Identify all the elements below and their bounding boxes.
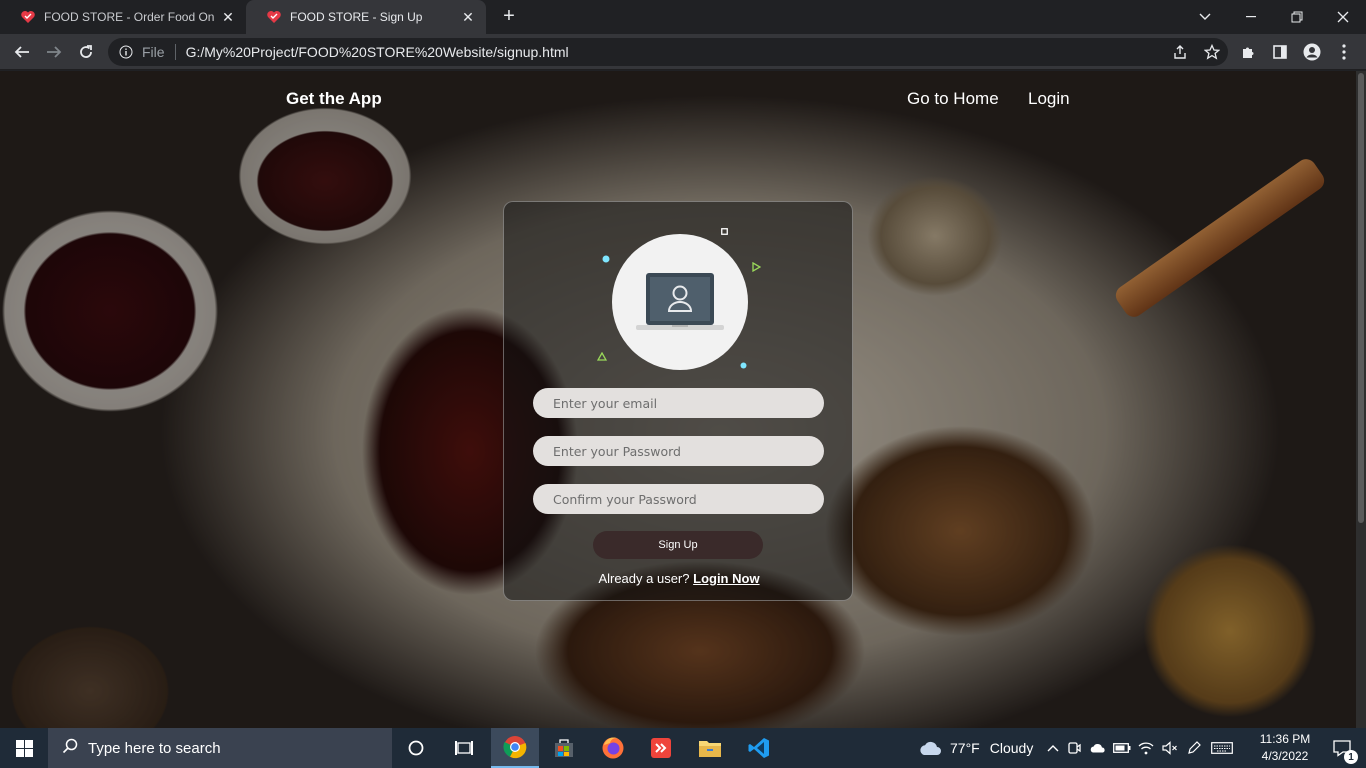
anydesk-icon[interactable]	[637, 728, 685, 768]
square-particle-icon	[721, 222, 728, 240]
login-now-link[interactable]: Login Now	[693, 571, 759, 586]
notification-badge: 1	[1344, 750, 1358, 764]
windows-taskbar: Type here to search 77°F Cloudy 11:36 PM…	[0, 728, 1366, 768]
bookmark-star-icon[interactable]	[1196, 44, 1228, 60]
heart-favicon-icon	[266, 9, 282, 25]
close-tab-icon[interactable]: ✕	[460, 9, 476, 25]
cloudy-weather-icon	[920, 741, 941, 755]
firefox-icon[interactable]	[589, 728, 637, 768]
restore-button[interactable]	[1274, 0, 1320, 34]
tab-search-chevron-icon[interactable]	[1182, 0, 1228, 34]
dot-particle-icon	[602, 250, 610, 268]
page-viewport: Get the App Go to Home Login Enter your …	[0, 71, 1366, 728]
reload-button[interactable]	[72, 38, 100, 66]
site-navbar: Get the App Go to Home Login	[0, 71, 1366, 127]
weather-widget[interactable]: 77°F Cloudy	[918, 728, 1033, 768]
tab-strip: FOOD STORE - Order Food Onlin ✕ FOOD STO…	[0, 0, 1366, 34]
url-text[interactable]: G:/My%20Project/FOOD%20STORE%20Website/s…	[186, 44, 569, 60]
signup-card: Sign Up Already a user? Login Now	[503, 201, 853, 601]
taskbar-clock[interactable]: 11:36 PM 4/3/2022	[1250, 731, 1320, 765]
tab-title: FOOD STORE - Order Food Onlin	[44, 10, 214, 24]
wifi-icon[interactable]	[1134, 741, 1158, 755]
back-button[interactable]	[8, 38, 36, 66]
new-tab-button[interactable]: +	[498, 6, 520, 28]
confirm-password-field[interactable]	[533, 484, 824, 514]
already-user-row: Already a user? Login Now	[504, 571, 854, 586]
notification-center-icon[interactable]: 1	[1318, 728, 1366, 768]
divider	[174, 44, 176, 60]
touch-keyboard-icon[interactable]	[1206, 742, 1238, 754]
close-window-button[interactable]	[1320, 0, 1366, 34]
search-placeholder: Type here to search	[88, 739, 221, 757]
vscode-icon[interactable]	[735, 728, 783, 768]
file-label: File	[142, 44, 165, 60]
pen-workspace-icon[interactable]	[1182, 740, 1206, 756]
browser-toolbar: File G:/My%20Project/FOOD%20STORE%20Webs…	[0, 34, 1366, 70]
heart-favicon-icon	[20, 9, 36, 25]
already-user-text: Already a user?	[598, 571, 690, 586]
triangle-particle-icon	[752, 259, 762, 277]
search-icon	[62, 738, 78, 758]
microsoft-store-icon[interactable]	[540, 728, 588, 768]
task-view-icon[interactable]	[440, 728, 488, 768]
close-tab-icon[interactable]: ✕	[220, 9, 236, 25]
chrome-taskbar-icon[interactable]	[491, 728, 539, 768]
laptop-user-icon	[636, 273, 724, 330]
battery-icon[interactable]	[1110, 743, 1134, 753]
get-the-app-link[interactable]: Get the App	[286, 89, 382, 109]
sign-up-button[interactable]: Sign Up	[593, 531, 763, 559]
onedrive-cloud-icon[interactable]	[1086, 743, 1110, 753]
meet-now-icon[interactable]	[1062, 741, 1086, 755]
taskbar-search-box[interactable]: Type here to search	[48, 728, 392, 768]
password-field[interactable]	[533, 436, 824, 466]
avatar	[612, 234, 748, 370]
page-scrollbar[interactable]	[1356, 71, 1366, 728]
share-icon[interactable]	[1164, 44, 1196, 60]
tab-title: FOOD STORE - Sign Up	[290, 10, 423, 24]
go-to-home-link[interactable]: Go to Home	[907, 89, 999, 109]
more-menu-icon[interactable]	[1330, 38, 1358, 66]
weather-condition: Cloudy	[989, 740, 1034, 756]
address-bar[interactable]: File G:/My%20Project/FOOD%20STORE%20Webs…	[108, 38, 1228, 66]
minimize-button[interactable]	[1228, 0, 1274, 34]
login-nav-link[interactable]: Login	[1028, 89, 1070, 109]
profile-avatar-icon[interactable]	[1298, 38, 1326, 66]
clock-date: 4/3/2022	[1261, 749, 1309, 763]
info-icon[interactable]	[118, 44, 134, 60]
scrollbar-thumb[interactable]	[1358, 73, 1364, 523]
file-explorer-icon[interactable]	[686, 728, 734, 768]
cortana-icon[interactable]	[392, 728, 440, 768]
start-button[interactable]	[0, 728, 48, 768]
background-food-image	[1111, 155, 1329, 321]
show-hidden-icons-chevron-icon[interactable]	[1044, 744, 1062, 752]
forward-button[interactable]	[40, 38, 68, 66]
dot-particle-icon	[740, 356, 747, 374]
email-field[interactable]	[533, 388, 824, 418]
tab-sign-up[interactable]: FOOD STORE - Sign Up ✕	[246, 0, 486, 34]
extensions-puzzle-icon[interactable]	[1234, 38, 1262, 66]
speaker-muted-icon[interactable]	[1158, 741, 1182, 755]
triangle-particle-icon	[596, 348, 608, 366]
weather-temp: 77°F	[950, 740, 980, 756]
system-tray-icons	[1044, 728, 1238, 768]
clock-time: 11:36 PM	[1259, 732, 1311, 746]
tab-food-store-order[interactable]: FOOD STORE - Order Food Onlin ✕	[0, 0, 246, 34]
windows-logo-icon	[15, 739, 33, 757]
side-panel-icon[interactable]	[1266, 38, 1294, 66]
